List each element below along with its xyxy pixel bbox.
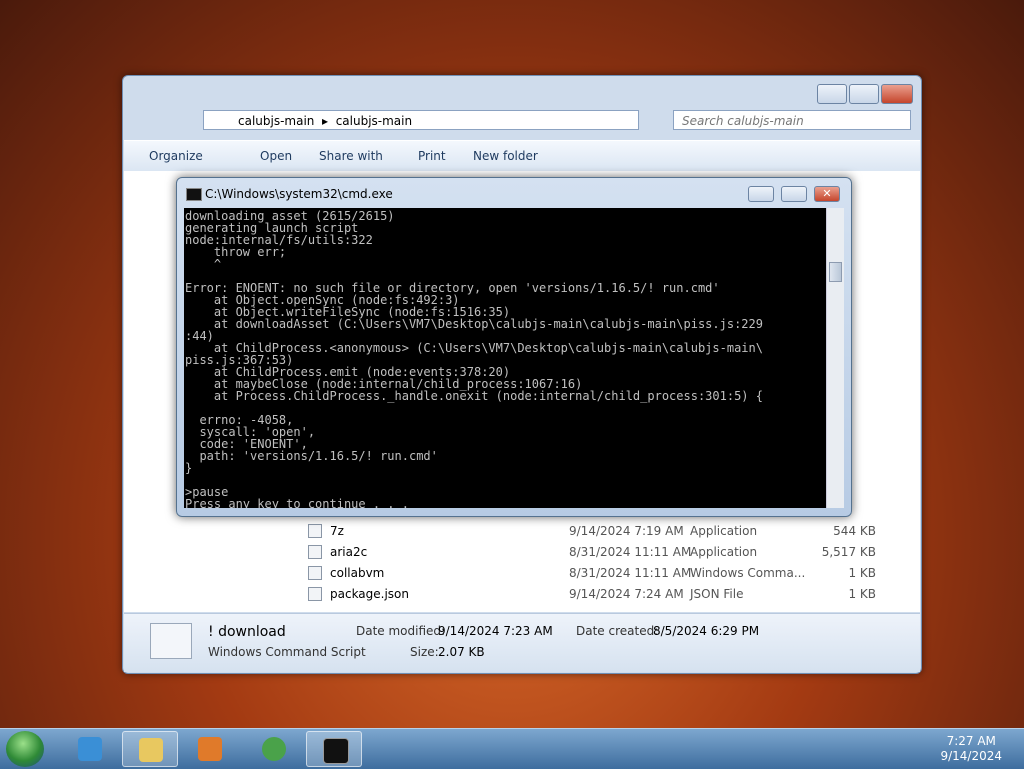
search-input[interactable]: Search calubjs-main: [673, 110, 911, 130]
taskbar-cmd[interactable]: [306, 731, 362, 767]
file-date: 8/31/2024 11:11 AM: [569, 566, 692, 580]
taskbar-ie[interactable]: [62, 731, 118, 767]
maximize-button[interactable]: [849, 84, 879, 104]
command-bar: Organize Open Share with Print New folde…: [124, 140, 920, 172]
folder-icon: [139, 738, 163, 762]
media-player-icon: [198, 737, 222, 761]
file-name: package.json: [330, 587, 410, 601]
file-type: Application: [690, 545, 758, 559]
file-size: 5,517 KB: [821, 545, 876, 559]
address-bar[interactable]: calubjs-main ▸ calubjs-main: [203, 110, 639, 130]
taskbar-browser[interactable]: [246, 731, 302, 767]
cmd-window: C:\Windows\system32\cmd.exe ✕ downloadin…: [176, 177, 852, 517]
close-button[interactable]: [881, 84, 913, 104]
open-button[interactable]: Open: [260, 149, 292, 163]
file-size: 1 KB: [848, 587, 876, 601]
explorer-caption: [123, 76, 921, 106]
new-folder-button[interactable]: New folder: [473, 149, 538, 163]
file-row[interactable]: package.json 9/14/2024 7:24 AM JSON File 1 …: [304, 584, 904, 605]
console-scroll-thumb[interactable]: [829, 262, 842, 282]
address-row: calubjs-main ▸ calubjs-main Search calub…: [133, 108, 911, 134]
document-icon: [308, 587, 322, 601]
selected-name: ! download: [208, 624, 286, 640]
cmd-title: C:\Windows\system32\cmd.exe: [205, 187, 393, 201]
file-name: aria2c: [330, 545, 368, 559]
created-value: 8/5/2024 6:29 PM: [653, 624, 760, 638]
details-pane: ! download Windows Command Script Date m…: [124, 613, 920, 672]
system-clock[interactable]: 7:27 AM 9/14/2024: [940, 734, 1002, 764]
application-icon: [308, 524, 322, 538]
file-type: Application: [690, 524, 758, 538]
taskbar-media-player[interactable]: [182, 731, 238, 767]
organize-button[interactable]: Organize: [149, 149, 203, 163]
console-icon: [323, 738, 349, 764]
file-date: 9/14/2024 7:19 AM: [569, 524, 684, 538]
file-type: Windows Comma...: [690, 566, 806, 580]
created-label: Date created:: [576, 624, 659, 638]
modified-value: 9/14/2024 7:23 AM: [438, 624, 553, 638]
clock-date: 9/14/2024: [940, 749, 1002, 763]
console-scrollbar[interactable]: [826, 208, 844, 508]
console-text: downloading asset (2615/2615) generating…: [185, 209, 763, 508]
clock-time: 7:27 AM: [946, 734, 996, 748]
selected-type: Windows Command Script: [208, 645, 366, 659]
file-row[interactable]: collabvm 8/31/2024 11:11 AM Windows Comma.…: [304, 563, 904, 584]
print-button[interactable]: Print: [418, 149, 446, 163]
file-name: collabvm: [330, 566, 385, 580]
file-row[interactable]: aria2c 8/31/2024 11:11 AM Application 5,517…: [304, 542, 904, 563]
cmd-maximize-button[interactable]: [781, 186, 807, 202]
file-row[interactable]: 7z 9/14/2024 7:19 AM Application 544 KB: [304, 521, 904, 542]
size-label: Size:: [410, 645, 439, 659]
taskbar: 7:27 AM 9/14/2024: [0, 728, 1024, 769]
taskbar-explorer[interactable]: [122, 731, 178, 767]
file-type: JSON File: [690, 587, 744, 601]
cmd-minimize-button[interactable]: [748, 186, 774, 202]
minimize-button[interactable]: [817, 84, 847, 104]
breadcrumb-2[interactable]: calubjs-main: [336, 114, 412, 128]
cmd-close-button[interactable]: ✕: [814, 186, 840, 202]
console-icon: [186, 188, 202, 201]
file-size: 1 KB: [848, 566, 876, 580]
console-output-area[interactable]: downloading asset (2615/2615) generating…: [184, 208, 826, 508]
share-with-button[interactable]: Share with: [319, 149, 383, 163]
file-size: 544 KB: [833, 524, 876, 538]
size-value: 2.07 KB: [438, 645, 485, 659]
application-icon: [308, 545, 322, 559]
command-script-icon: [308, 566, 322, 580]
internet-explorer-icon: [78, 737, 102, 761]
file-list: 7z 9/14/2024 7:19 AM Application 544 KB ari…: [304, 521, 904, 605]
gear-script-icon: [150, 623, 192, 659]
modified-label: Date modified:: [356, 624, 446, 638]
file-date: 9/14/2024 7:24 AM: [569, 587, 684, 601]
file-date: 8/31/2024 11:11 AM: [569, 545, 692, 559]
breadcrumb-1[interactable]: calubjs-main: [238, 114, 314, 128]
file-name: 7z: [330, 524, 344, 538]
start-button[interactable]: [6, 731, 44, 767]
globe-icon: [262, 737, 286, 761]
